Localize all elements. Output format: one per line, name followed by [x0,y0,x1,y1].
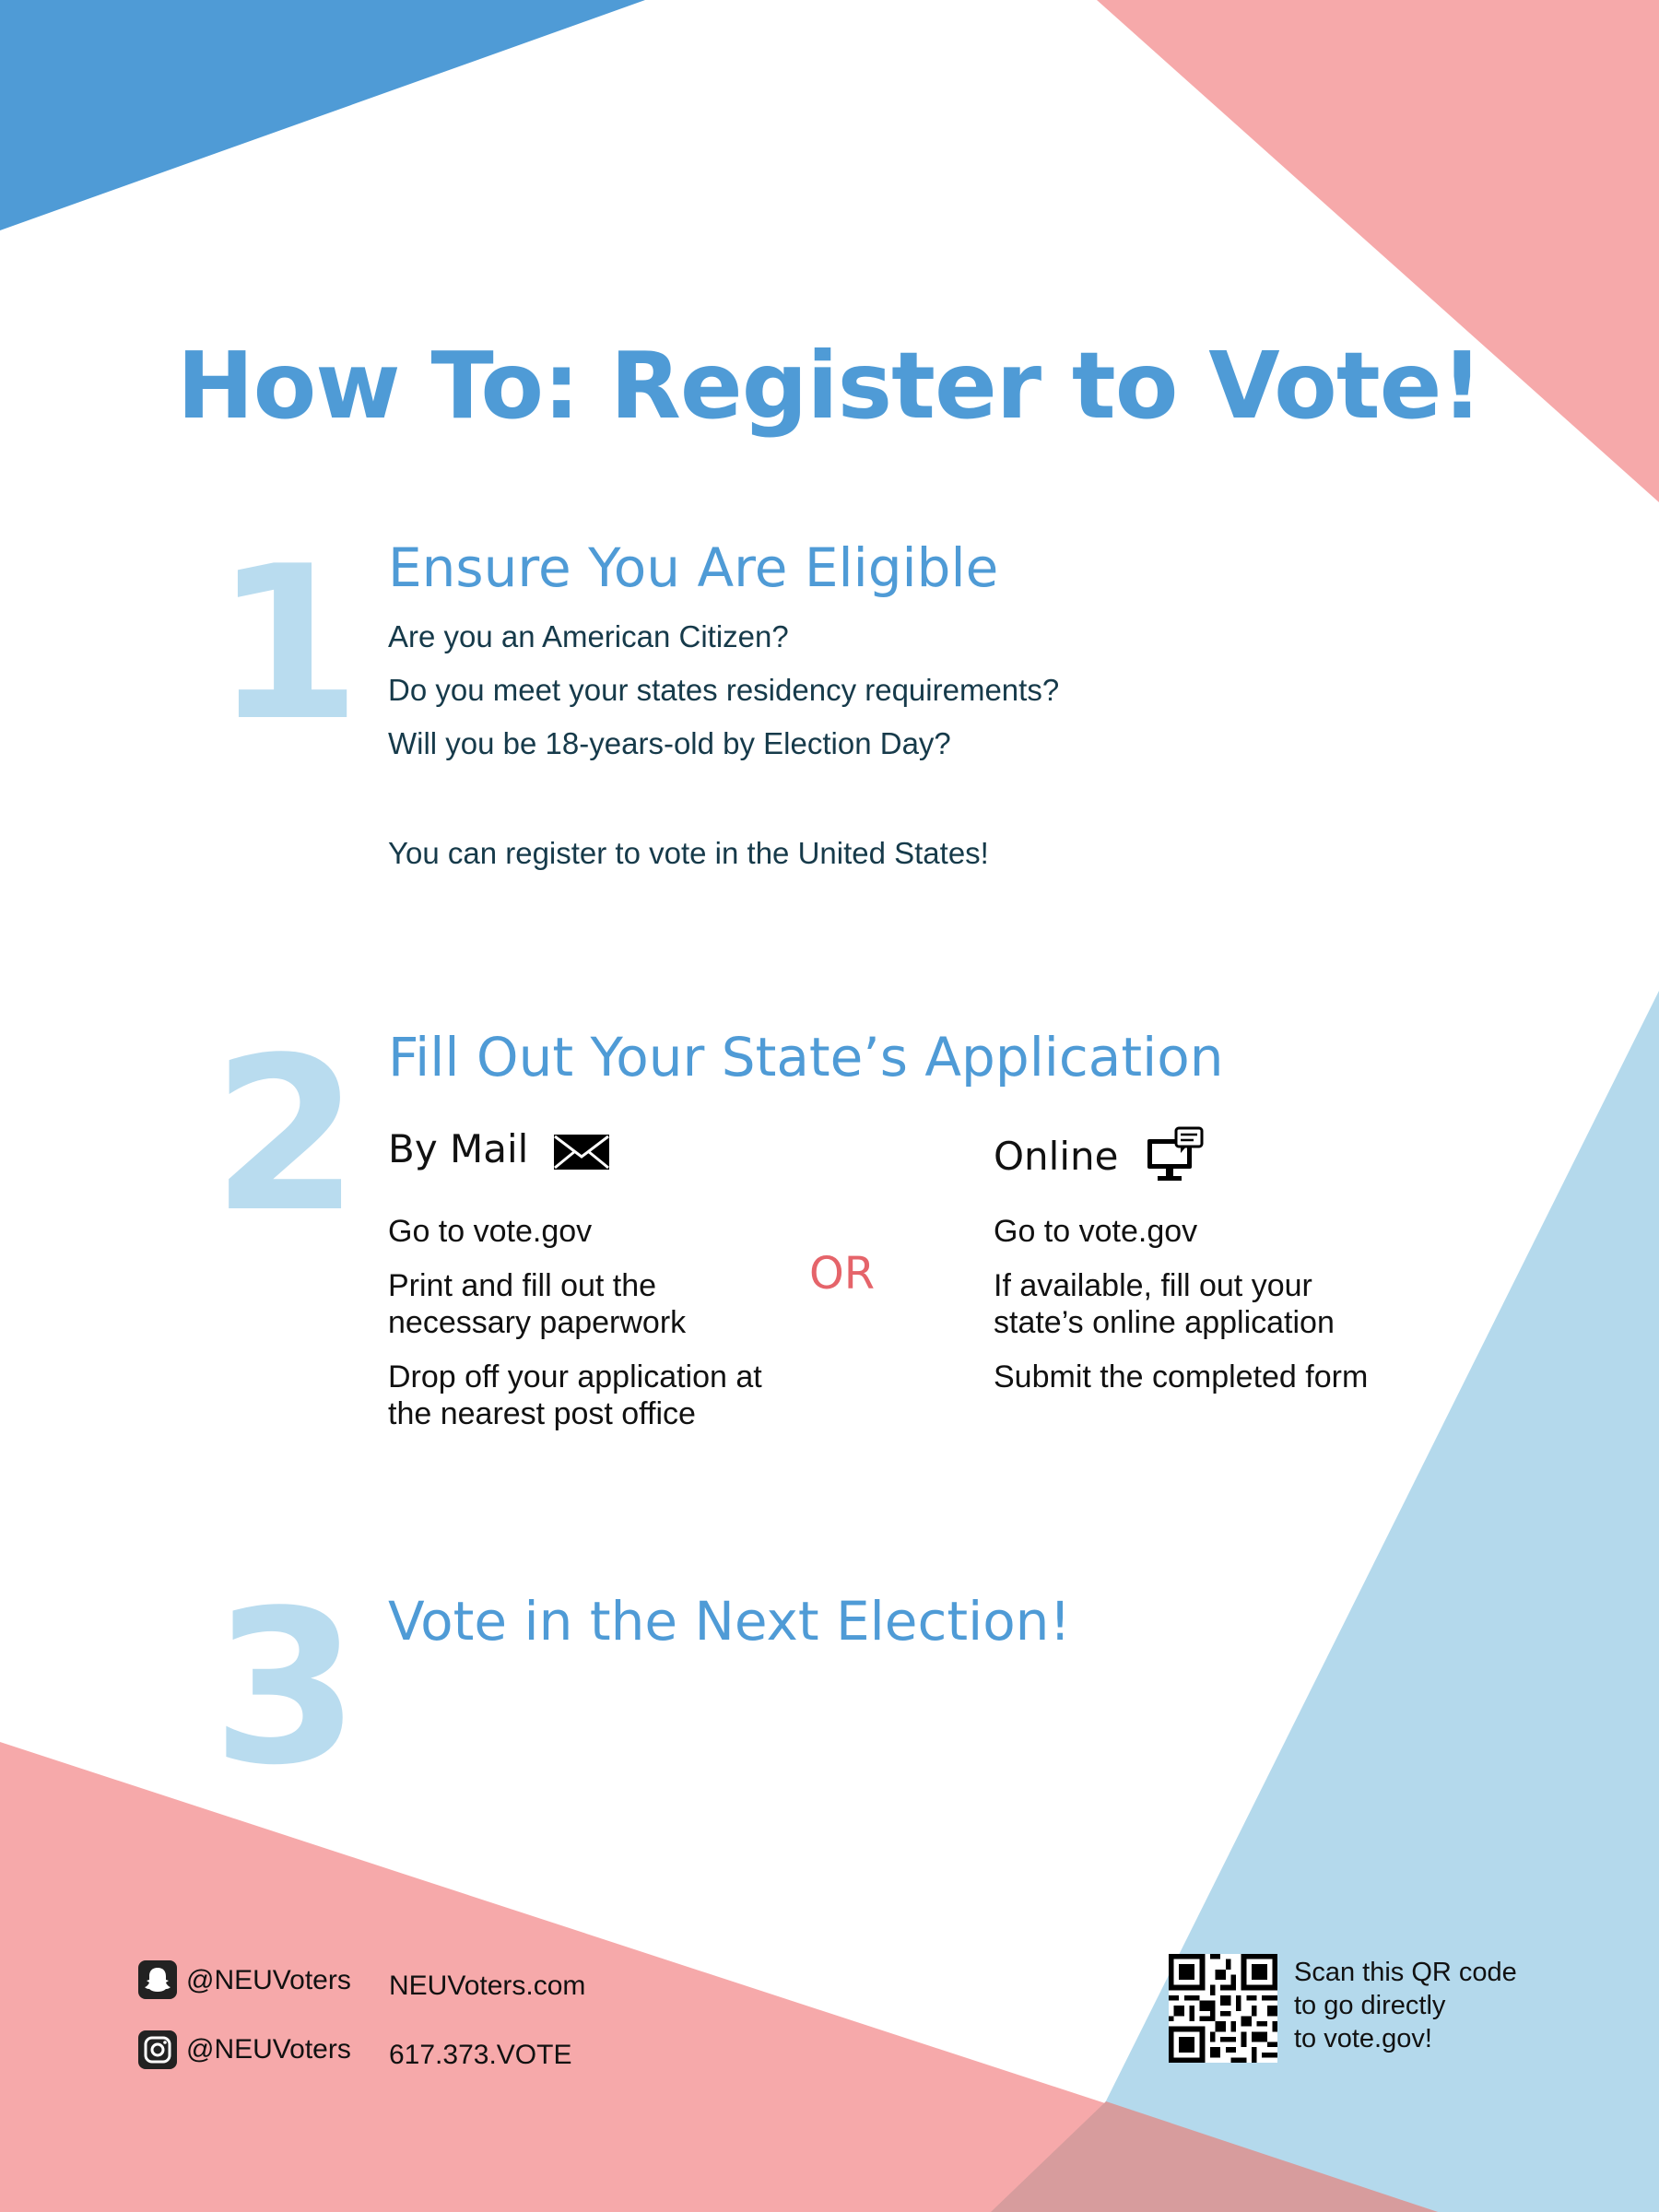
step-number-2: 2 [212,1013,360,1259]
eligibility-question-residency: Do you meet your states residency requir… [388,673,1060,707]
eligibility-question-citizen: Are you an American Citizen? [388,619,789,653]
qr-caption: Scan this QR code to go directly to vote… [1294,1956,1517,2055]
step-number-1: 1 [214,522,362,768]
qr-code[interactable] [1169,1954,1277,2063]
phone-number[interactable]: 617.373.VOTE [389,2040,571,2071]
online-label: Online [994,1134,1119,1179]
step1-heading: Ensure You Are Eligible [388,536,999,599]
snapchat-icon [138,1960,177,1999]
qr-caption-line-2: to go directly [1294,1991,1446,2020]
eligibility-conclusion: You can register to vote in the United S… [388,836,989,870]
online-step-1: Go to vote.gov [994,1214,1198,1249]
by-mail-label: By Mail [388,1126,529,1171]
mail-step-2: Print and fill out the necessary paperwo… [388,1268,687,1340]
online-step-2: If available, fill out your state’s onli… [994,1268,1335,1340]
qr-caption-line-1: Scan this QR code [1294,1958,1517,1987]
computer-chat-icon [1146,1126,1205,1185]
blue-corner-shape [0,0,645,230]
qr-caption-line-3: to vote.gov! [1294,2024,1432,2053]
step3-heading: Vote in the Next Election! [388,1590,1071,1653]
website-link[interactable]: NEUVoters.com [389,1971,585,2002]
step2-heading: Fill Out Your State’s Application [388,1026,1224,1088]
online-step-3: Submit the completed form [994,1359,1369,1394]
snapchat-handle[interactable]: @NEUVoters [186,1965,351,1996]
envelope-icon [553,1132,610,1174]
step-number-3: 3 [212,1566,360,1812]
instagram-icon [138,2030,177,2069]
mail-step-3: Drop off your application at the nearest… [388,1359,762,1431]
mail-step-1: Go to vote.gov [388,1214,593,1249]
instagram-handle[interactable]: @NEUVoters [186,2034,351,2065]
page-title: How To: Register to Vote! [176,332,1483,440]
eligibility-question-age: Will you be 18-years-old by Election Day… [388,726,951,760]
or-separator: OR [809,1248,876,1300]
